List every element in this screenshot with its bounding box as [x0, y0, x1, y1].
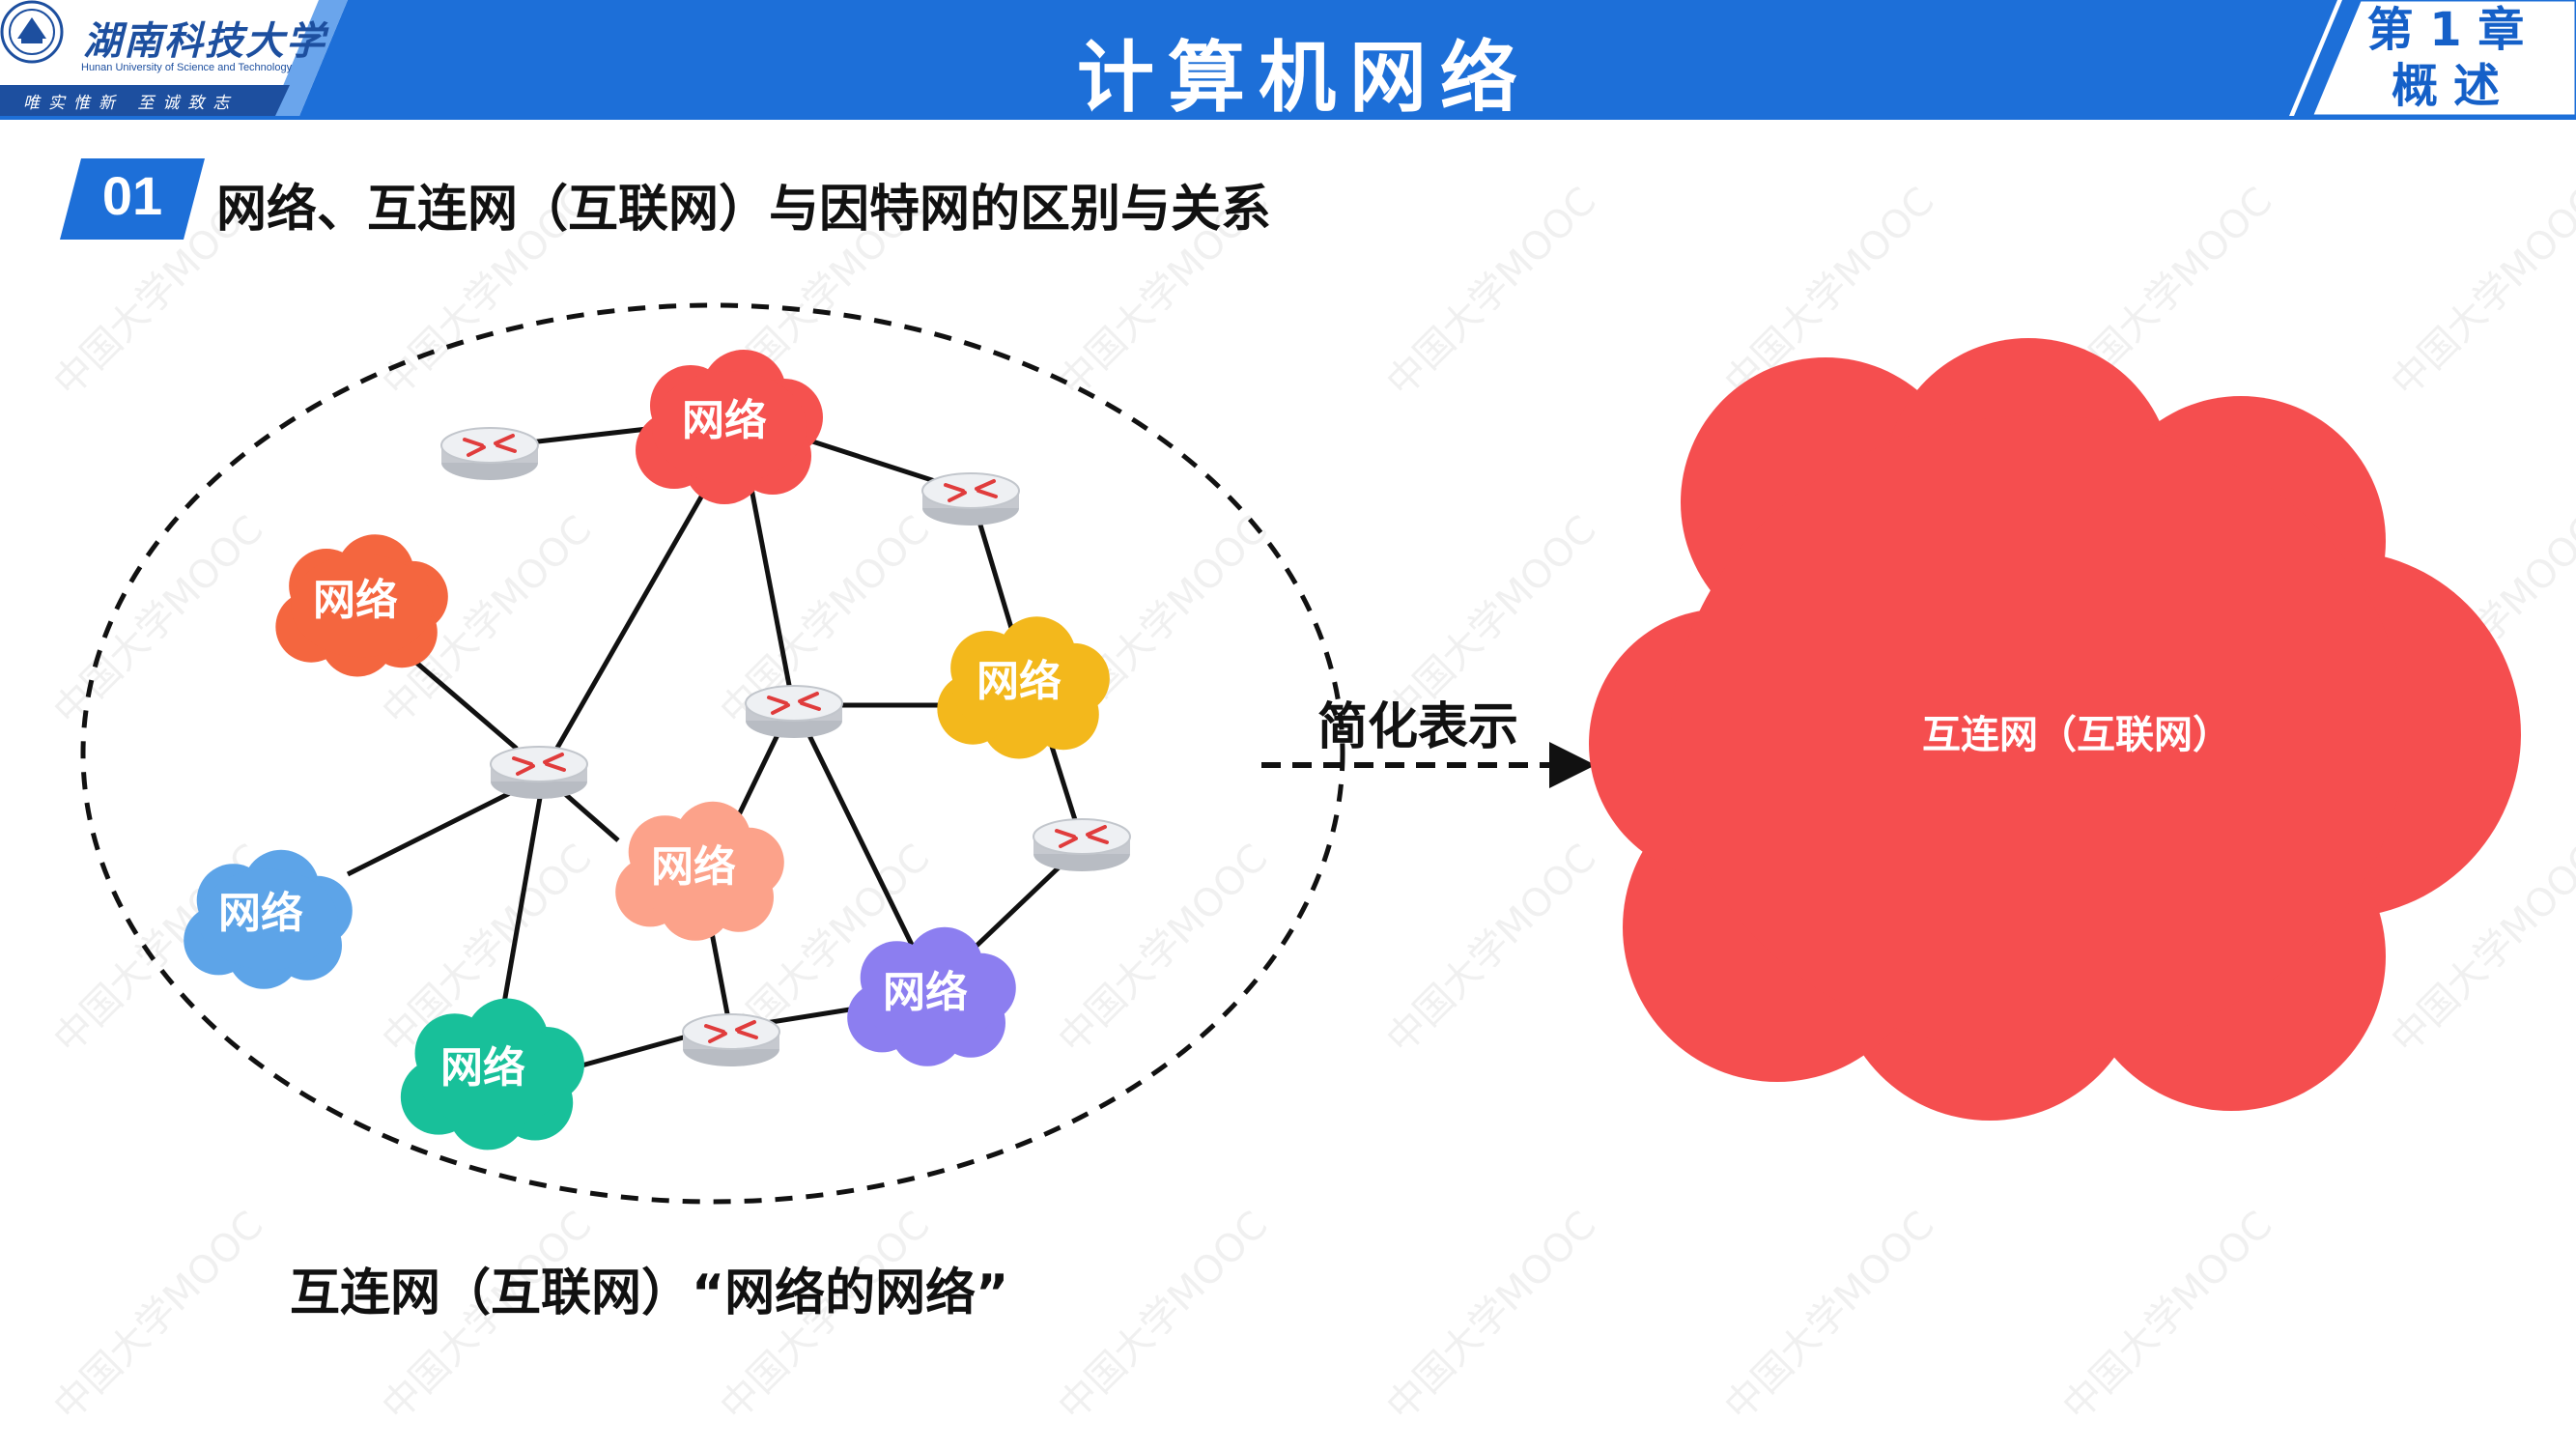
- router-2: [920, 471, 1021, 527]
- network-label-orange: 网络: [313, 576, 398, 625]
- router-6: [681, 1012, 781, 1068]
- router-4: [489, 745, 589, 801]
- network-label-red: 网络: [682, 396, 767, 445]
- network-label-blue: 网络: [218, 889, 303, 938]
- network-label-yellow: 网络: [977, 657, 1062, 706]
- network-label-green: 网络: [440, 1043, 525, 1093]
- internet-cloud-label: 互连网（互联网）: [1922, 713, 2231, 757]
- network-label-purple: 网络: [883, 968, 968, 1017]
- router-5: [1032, 817, 1132, 873]
- diagram-caption: 互连网（互联网）“网络的网络”: [290, 1264, 1009, 1322]
- simplify-arrow-label: 简化表示: [1317, 698, 1519, 756]
- router-3: [744, 684, 844, 740]
- network-label-salmon: 网络: [651, 842, 736, 892]
- router-1: [439, 426, 540, 482]
